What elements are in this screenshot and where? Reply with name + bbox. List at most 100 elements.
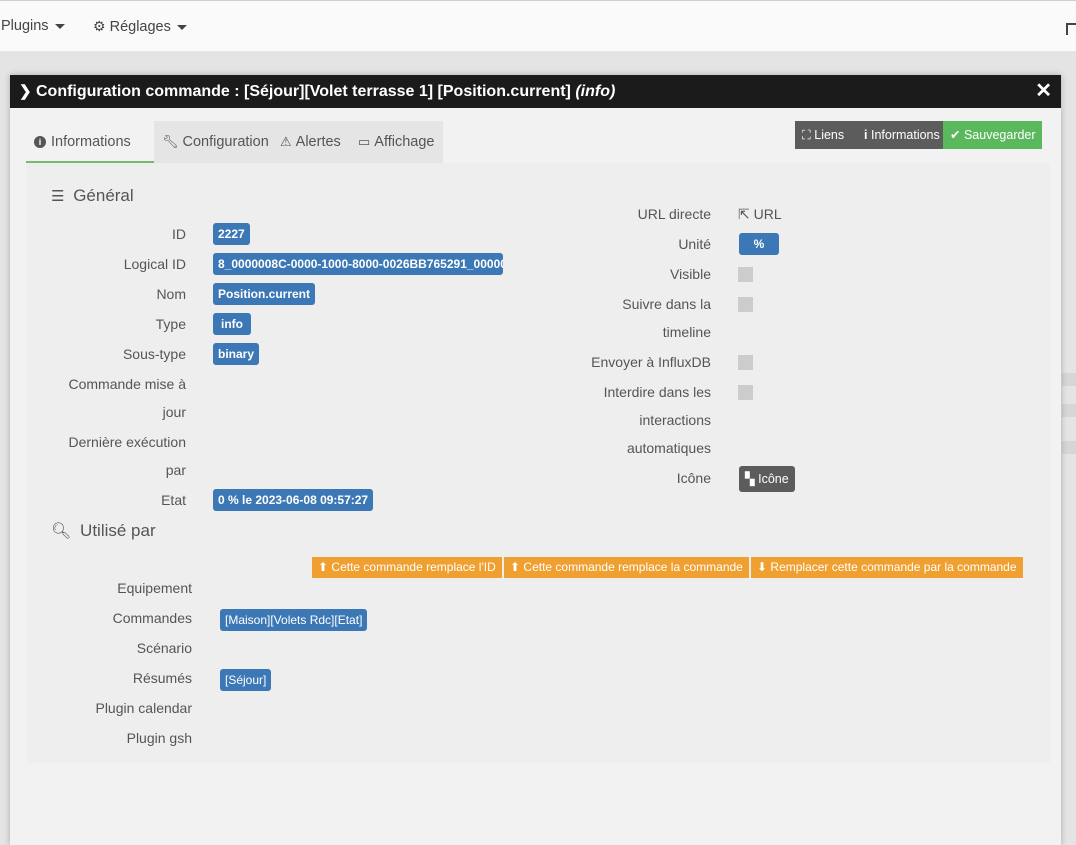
label-interdire: Interdire dans les — [603, 384, 711, 400]
info-circle-icon: i — [34, 136, 46, 148]
used-by-title-text: Utilisé par — [80, 521, 156, 540]
replace-by-button[interactable]: ⬇ Remplacer cette commande par la comman… — [751, 557, 1023, 578]
label-scenario: Scénario — [136, 640, 192, 656]
plugins-menu-label: Plugins — [1, 18, 49, 34]
replace-id-label: Cette commande remplace l'ID — [331, 560, 496, 574]
timeline-checkbox[interactable] — [738, 297, 753, 312]
subtype-value: binary — [213, 343, 260, 365]
window-corner-icon[interactable] — [1066, 23, 1076, 35]
label-url: URL directe — [637, 206, 711, 222]
info-icon: i — [864, 128, 868, 142]
label-name: Nom — [156, 286, 186, 302]
label-last-exec-2: par — [165, 462, 186, 478]
links-button-label: Liens — [814, 128, 845, 142]
label-cmd-update-2: jour — [162, 404, 186, 420]
tab-configuration[interactable]: 🔧︎ Configuration — [154, 121, 272, 163]
save-button[interactable]: ✔ Sauvegarder — [943, 121, 1042, 149]
informations-button[interactable]: i Informations — [857, 121, 943, 149]
label-last-exec: Dernière exécution — [68, 434, 186, 450]
top-navbar: Plugins ⚙ Réglages — [0, 0, 1076, 52]
used-by-section-title: 🔍︎ Utilisé par — [51, 521, 156, 541]
tab-label: Informations — [51, 134, 131, 150]
background-strip — [1062, 441, 1076, 454]
type-value: info — [213, 313, 251, 335]
search-icon: 🔍︎ — [51, 523, 72, 540]
external-link-icon: ⇱ — [738, 206, 750, 222]
label-summaries: Résumés — [132, 670, 192, 686]
background-strip — [1062, 373, 1076, 386]
icon-button-label: Icône — [758, 472, 789, 486]
label-logical-id: Logical ID — [123, 256, 186, 272]
name-value: Position.current — [213, 283, 316, 305]
interdire-checkbox[interactable] — [738, 385, 753, 400]
upload-icon: ⬆ — [318, 560, 329, 574]
label-interdire-3: automatiques — [626, 440, 711, 456]
commands-link[interactable]: [Maison][Volets Rdc][Etat] — [220, 609, 368, 631]
check-circle-icon: ✔ — [950, 128, 961, 142]
settings-menu-label: Réglages — [109, 19, 171, 35]
background-strip — [1062, 404, 1076, 417]
informations-panel: ☰ Général ID Logical ID Nom Type Sous-ty… — [26, 163, 1050, 763]
command-config-modal: ❯ Configuration commande : [Séjour][Vole… — [10, 75, 1061, 845]
gear-icon: ⚙ — [93, 18, 106, 34]
label-visible: Visible — [670, 266, 711, 282]
tab-alertes[interactable]: ⚠ Alertes — [272, 121, 350, 163]
tab-label: Alertes — [295, 134, 341, 150]
icons-grid-icon: ▚ — [745, 472, 755, 486]
save-button-label: Sauvegarder — [963, 128, 1036, 142]
wrench-icon: 🔧︎ — [162, 134, 179, 149]
modal-title: Configuration commande : [Séjour][Volet … — [36, 83, 571, 100]
general-section-title: ☰ Général — [51, 186, 134, 206]
chevron-down-icon — [54, 23, 65, 29]
label-commands: Commandes — [112, 610, 192, 626]
label-cmd-update: Commande mise à — [68, 376, 187, 392]
label-calendar: Plugin calendar — [95, 700, 192, 716]
tab-affichage[interactable]: ▭ Affichage — [350, 121, 443, 163]
chevron-down-icon — [176, 24, 187, 30]
icon-select-button[interactable]: ▚ Icône — [739, 466, 795, 492]
label-gsh: Plugin gsh — [126, 730, 192, 746]
label-unit: Unité — [678, 236, 711, 252]
list-icon: ☰ — [51, 188, 65, 205]
label-timeline: Suivre dans la — [622, 296, 711, 312]
url-link-label: URL — [753, 206, 782, 222]
tab-label: Configuration — [182, 134, 269, 150]
tab-informations[interactable]: i Informations — [26, 121, 154, 163]
general-title-text: Général — [73, 186, 134, 205]
upload-icon: ⬆ — [510, 560, 521, 574]
links-icon: ⛶ — [802, 128, 811, 142]
plugins-menu[interactable]: Plugins — [1, 18, 65, 34]
links-button[interactable]: ⛶ Liens — [795, 121, 857, 149]
tab-label: Affichage — [374, 134, 435, 150]
visible-checkbox[interactable] — [738, 267, 753, 282]
id-value: 2227 — [213, 223, 250, 245]
label-state: Etat — [161, 492, 186, 508]
informations-button-label: Informations — [870, 128, 940, 142]
close-icon[interactable]: ✕ — [1035, 75, 1052, 108]
label-id: ID — [172, 226, 186, 242]
monitor-icon: ▭ — [358, 134, 371, 149]
settings-menu[interactable]: ⚙ Réglages — [93, 18, 187, 35]
summaries-link[interactable]: [Séjour] — [220, 669, 272, 691]
url-link[interactable]: ⇱ URL — [738, 206, 782, 223]
unit-value[interactable]: % — [739, 233, 779, 255]
label-equipment: Equipement — [117, 580, 192, 596]
label-type: Type — [155, 316, 186, 332]
modal-title-type: (info) — [575, 83, 616, 100]
label-interdire-2: interactions — [639, 412, 711, 428]
chevron-right-icon: ❯ — [19, 83, 32, 100]
replace-by-label: Remplacer cette commande par la commande — [770, 560, 1017, 574]
influxdb-checkbox[interactable] — [738, 355, 753, 370]
logical-id-value: 8_0000008C-0000-1000-8000-0026BB765291_0… — [213, 253, 503, 275]
state-value: 0 % le 2023-06-08 09:57:27 — [213, 489, 374, 511]
label-subtype: Sous-type — [122, 346, 186, 362]
label-influx: Envoyer à InfluxDB — [591, 354, 711, 370]
warning-icon: ⚠ — [280, 134, 292, 149]
modal-header: ❯ Configuration commande : [Séjour][Vole… — [10, 75, 1061, 108]
replace-command-label: Cette commande remplace la commande — [523, 560, 743, 574]
replace-id-button[interactable]: ⬆ Cette commande remplace l'ID — [312, 557, 502, 578]
label-icon: Icône — [676, 470, 711, 486]
label-timeline-2: timeline — [662, 324, 711, 340]
download-icon: ⬇ — [757, 560, 768, 574]
replace-command-button[interactable]: ⬆ Cette commande remplace la commande — [504, 557, 749, 578]
